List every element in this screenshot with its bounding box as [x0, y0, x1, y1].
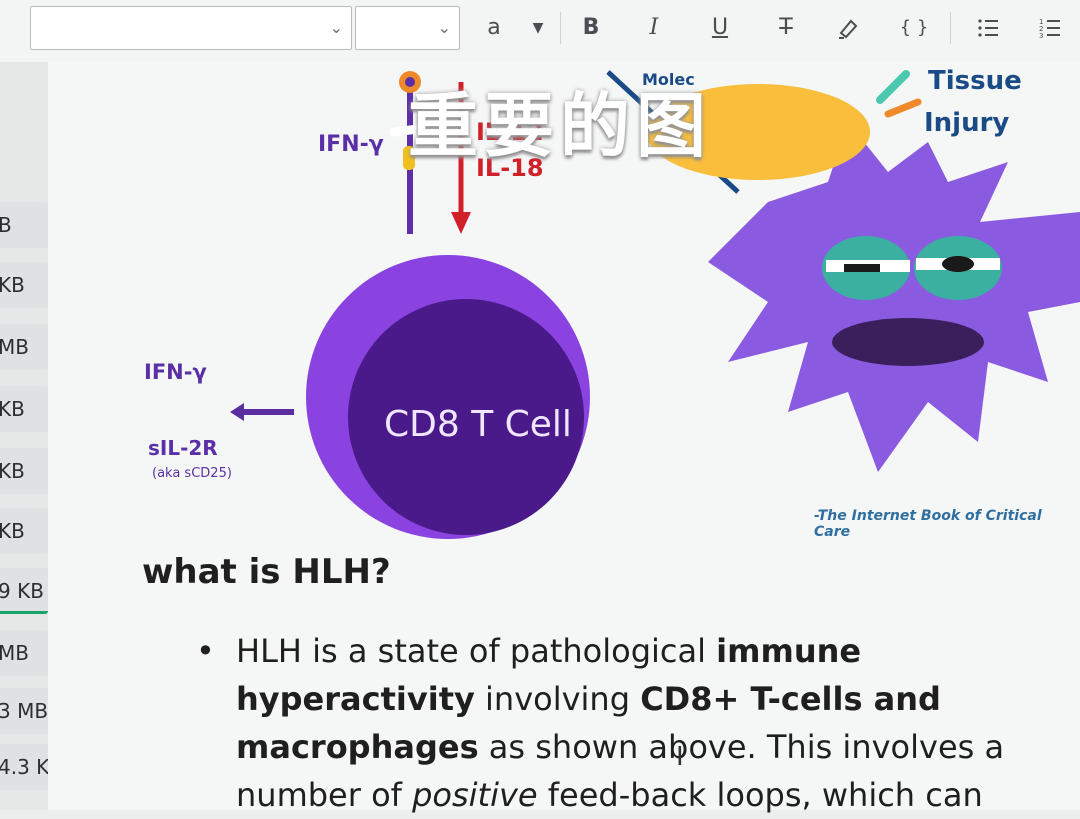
attachment-size[interactable]: 9 KB — [0, 568, 48, 614]
section-heading: what is HLH? — [142, 552, 391, 592]
image-source-caption: -The Internet Book of Critical Care — [814, 508, 1042, 540]
numbered-list-icon: 1 2 3 — [1039, 18, 1060, 40]
svg-text:3: 3 — [1039, 32, 1043, 40]
attachment-size[interactable]: KB — [0, 448, 48, 494]
code-button[interactable]: { } — [898, 12, 930, 44]
attachment-size[interactable]: KB — [0, 508, 48, 554]
attachment-size[interactable]: KB — [0, 262, 48, 308]
attachment-size[interactable]: 4.3 KB — [0, 744, 48, 790]
sticker-accent-teal — [876, 70, 910, 104]
label-ifn-gamma-top: IFN-γ — [318, 132, 384, 157]
attachment-list: B KB MB KB KB KB 9 KB MB 3 MB 4.3 KB — [0, 62, 48, 810]
cd8-cell-label: CD8 T Cell — [384, 404, 572, 445]
attachment-size[interactable]: 3 MB — [0, 688, 48, 734]
chevron-down-icon: ⌄ — [437, 18, 451, 37]
text-color-dropdown[interactable]: ▼ — [522, 12, 554, 44]
paragraph-text: feed-back loops, which can — [537, 776, 983, 814]
document-body[interactable]: IFN-γ IL-12 IL-18 Molec Tissue Injury IF… — [48, 62, 1080, 814]
left-arrow-head — [230, 403, 244, 421]
label-ifn-gamma-left: IFN-γ — [144, 360, 207, 384]
eye-left-pupil — [844, 264, 880, 272]
attachment-size[interactable]: KB — [0, 386, 48, 432]
chevron-down-icon: ⌄ — [329, 18, 343, 37]
toolbar-divider — [950, 12, 951, 44]
paragraph-italic-text: positive — [412, 776, 538, 814]
font-family-select[interactable]: ⌄ — [30, 6, 352, 50]
attachment-size[interactable]: MB — [0, 630, 48, 676]
strikethrough-button[interactable]: T — [770, 12, 802, 44]
sticker-text: 重要的图 — [408, 85, 712, 167]
red-arrow-head — [451, 212, 471, 234]
bold-button[interactable]: B — [575, 12, 607, 44]
label-aka-scd25: (aka sCD25) — [152, 466, 232, 481]
label-sil2r: sIL-2R — [148, 436, 218, 460]
label-tissue: Tissue — [928, 66, 1022, 96]
numbered-list-icon[interactable]: 1 2 3 — [1034, 12, 1066, 44]
underline-button[interactable]: U — [704, 12, 736, 44]
bullet-list-icon — [978, 19, 998, 37]
bullet-paragraph: • HLH is a state of pathological immune … — [196, 627, 1056, 819]
eye-right-pupil — [942, 256, 974, 272]
italic-button[interactable]: I — [638, 12, 670, 44]
attachment-size[interactable]: MB — [0, 324, 48, 370]
bullet-marker: • — [196, 632, 215, 670]
text-color-button[interactable]: a — [478, 12, 510, 44]
font-size-select[interactable]: ⌄ — [355, 6, 460, 50]
toolbar-divider — [560, 12, 561, 44]
formatting-toolbar: ⌄ ⌄ a ▼ B I U T { } 1 2 3 — [0, 0, 1080, 63]
bullet-list-icon[interactable] — [972, 12, 1004, 44]
paragraph-text: HLH is a state of pathological — [236, 632, 717, 670]
highlighter-icon[interactable] — [832, 12, 864, 44]
label-injury: Injury — [924, 108, 1010, 138]
text-cursor-icon: I — [676, 742, 684, 772]
macrophage-mouth — [832, 318, 984, 366]
highlighter-icon — [839, 19, 858, 39]
attachment-size[interactable]: B — [0, 202, 48, 248]
hlh-diagram-image: IFN-γ IL-12 IL-18 Molec Tissue Injury IF… — [48, 62, 1080, 542]
sticker-accent-orange — [884, 98, 922, 118]
paragraph-text: involving — [474, 680, 641, 718]
